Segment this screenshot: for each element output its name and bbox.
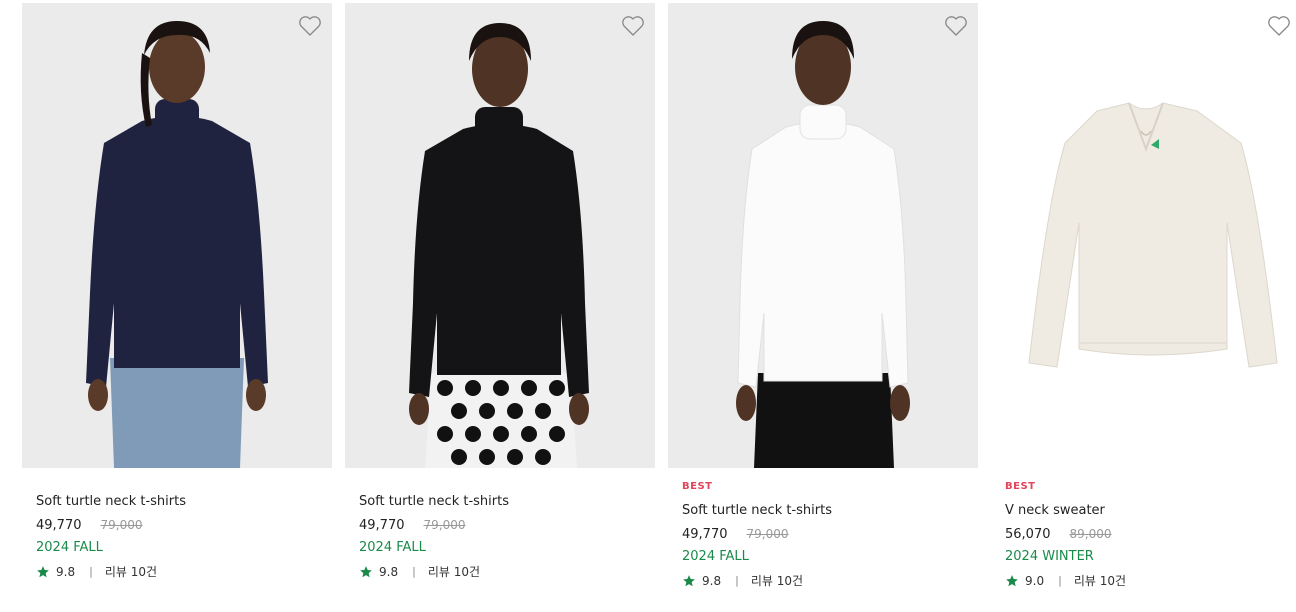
product-info: Soft turtle neck t-shirts 49,770 79,000 … <box>359 487 509 580</box>
wishlist-heart-icon[interactable] <box>1267 15 1291 37</box>
product-image[interactable] <box>22 3 332 468</box>
product-card[interactable]: BEST V neck sweater 56,070 89,000 2024 W… <box>991 0 1296 612</box>
best-badge: BEST <box>682 481 713 492</box>
review-count[interactable]: 리뷰 10건 <box>428 564 480 580</box>
model-figure <box>409 23 589 468</box>
rating-value: 9.8 <box>56 565 76 579</box>
wishlist-heart-icon[interactable] <box>621 15 645 37</box>
star-icon <box>683 575 695 587</box>
product-card[interactable]: Soft turtle neck t-shirts 49,770 79,000 … <box>22 0 332 612</box>
original-price: 79,000 <box>746 527 789 541</box>
season-label: 2024 FALL <box>359 540 426 555</box>
product-image[interactable] <box>991 3 1296 468</box>
model-figure <box>86 21 268 468</box>
wishlist-heart-icon[interactable] <box>298 15 322 37</box>
product-name[interactable]: Soft turtle neck t-shirts <box>682 503 832 519</box>
season-label: 2024 FALL <box>682 549 749 564</box>
rating-row: 9.8 | 리뷰 10건 <box>682 573 832 589</box>
product-info: Soft turtle neck t-shirts 49,770 79,000 … <box>36 487 186 580</box>
review-count[interactable]: 리뷰 10건 <box>751 573 803 589</box>
season-label: 2024 FALL <box>36 540 103 555</box>
sale-price: 56,070 <box>1005 527 1051 542</box>
product-image[interactable] <box>345 3 655 468</box>
rating-value: 9.0 <box>1025 574 1045 588</box>
rating-row: 9.0 | 리뷰 10건 <box>1005 573 1126 589</box>
review-count[interactable]: 리뷰 10건 <box>105 564 157 580</box>
price-row: 49,770 79,000 <box>36 517 186 533</box>
season-label: 2024 WINTER <box>1005 549 1094 564</box>
model-figure <box>736 21 910 468</box>
separator: | <box>412 565 416 578</box>
product-info: BEST V neck sweater 56,070 89,000 2024 W… <box>1005 480 1126 589</box>
star-icon <box>37 566 49 578</box>
product-name[interactable]: Soft turtle neck t-shirts <box>36 494 186 510</box>
wishlist-heart-icon[interactable] <box>944 15 968 37</box>
product-image[interactable] <box>668 3 978 468</box>
price-row: 49,770 79,000 <box>682 526 832 542</box>
best-badge: BEST <box>1005 481 1036 492</box>
sale-price: 49,770 <box>359 518 405 533</box>
product-info: BEST Soft turtle neck t-shirts 49,770 79… <box>682 480 832 589</box>
original-price: 79,000 <box>100 518 143 532</box>
product-name[interactable]: V neck sweater <box>1005 503 1126 519</box>
sale-price: 49,770 <box>682 527 728 542</box>
star-icon <box>1006 575 1018 587</box>
sale-price: 49,770 <box>36 518 82 533</box>
price-row: 56,070 89,000 <box>1005 526 1126 542</box>
product-card[interactable]: BEST Soft turtle neck t-shirts 49,770 79… <box>668 0 978 612</box>
original-price: 79,000 <box>423 518 466 532</box>
price-row: 49,770 79,000 <box>359 517 509 533</box>
separator: | <box>1058 574 1062 587</box>
star-icon <box>360 566 372 578</box>
sweater-flatlay <box>1028 102 1278 368</box>
rating-row: 9.8 | 리뷰 10건 <box>36 564 186 580</box>
rating-row: 9.8 | 리뷰 10건 <box>359 564 509 580</box>
separator: | <box>89 565 93 578</box>
rating-value: 9.8 <box>379 565 399 579</box>
original-price: 89,000 <box>1069 527 1112 541</box>
separator: | <box>735 574 739 587</box>
review-count[interactable]: 리뷰 10건 <box>1074 573 1126 589</box>
product-name[interactable]: Soft turtle neck t-shirts <box>359 494 509 510</box>
product-card[interactable]: Soft turtle neck t-shirts 49,770 79,000 … <box>345 0 655 612</box>
rating-value: 9.8 <box>702 574 722 588</box>
